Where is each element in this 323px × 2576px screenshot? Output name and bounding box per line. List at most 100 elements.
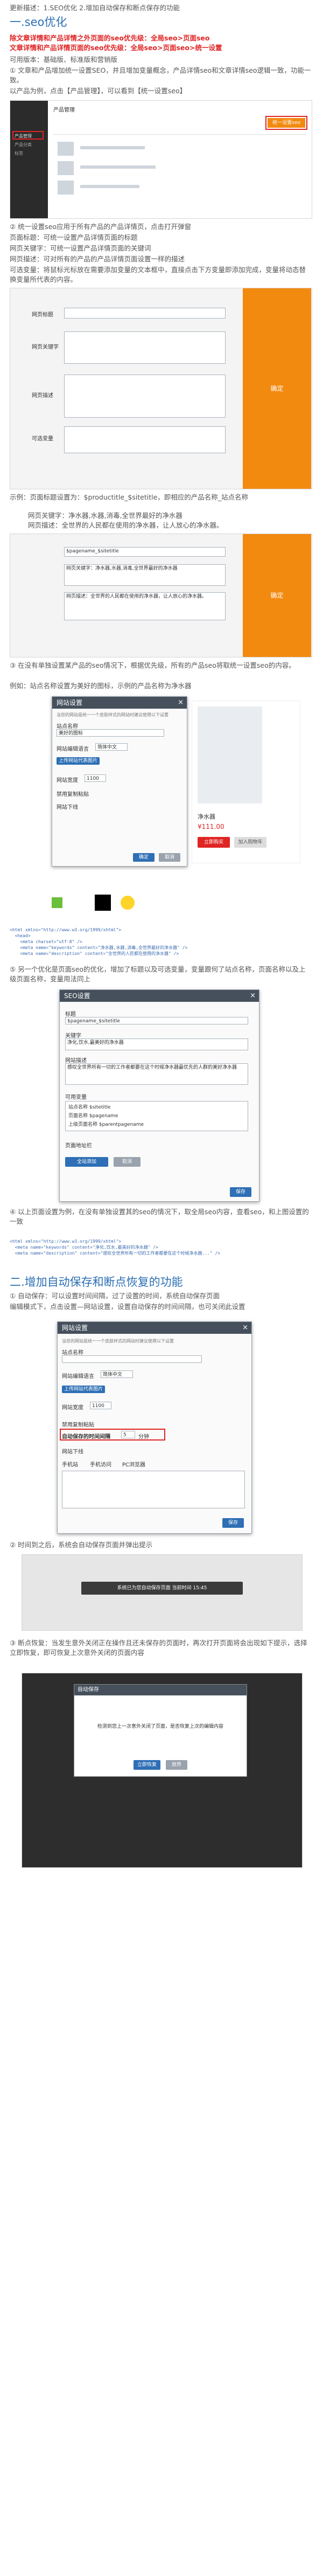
seo-var-item[interactable]: 站点名称 $sitetitle bbox=[68, 1103, 110, 1110]
product-card: 净水器 ¥111.00 立即购买 加入购物车 bbox=[192, 701, 300, 863]
description-desc: 网页描述：可对所有的产品的产品详情页面设置一样的描述 bbox=[10, 255, 185, 263]
mobile-option[interactable]: 手机访问 bbox=[90, 1460, 111, 1468]
title-input[interactable] bbox=[64, 308, 226, 318]
autosave-toast-screenshot: 系统已为您自动保存页面 当前时间 15:45 bbox=[22, 1554, 303, 1631]
cancel-button[interactable]: 取消 bbox=[159, 853, 180, 862]
keyword-input[interactable] bbox=[64, 331, 226, 364]
upload-image-button[interactable]: 上传网站代表图片 bbox=[57, 757, 100, 765]
discard-button[interactable]: 放弃 bbox=[166, 1760, 187, 1770]
point-5: ④ 以上页面设置为例，在没有单独设置其的seo的情况下，取全局seo内容，查看s… bbox=[10, 1208, 309, 1225]
dialog-tip: 当您的网站是统一一个皮肤样式的网站时建议使用以下设置 bbox=[62, 1339, 174, 1344]
autosave-heading: 二.增加自动保存和断点恢复的功能 bbox=[10, 1276, 183, 1289]
copy-label: 禁用复制粘贴 bbox=[62, 1422, 94, 1428]
autosave-settings-dialog: 网站设置 × 当您的网站是统一一个皮肤样式的网站时建议使用以下设置 站点名称 网站… bbox=[57, 1321, 252, 1534]
autosave-toast: 系统已为您自动保存页面 当前时间 15:45 bbox=[81, 1582, 243, 1595]
article-page: 更新描述：1.SEO优化 2.增加自动保存和断点保存的功能 一.seo优化 除文… bbox=[0, 0, 323, 2576]
confirm-button[interactable]: 确定 bbox=[133, 853, 155, 862]
width-input[interactable]: 1100 bbox=[90, 1402, 111, 1409]
row-text bbox=[80, 185, 139, 188]
close-icon[interactable]: × bbox=[178, 697, 184, 709]
seo-follow-label: 页面地址栏 bbox=[65, 1143, 92, 1149]
divider bbox=[53, 134, 306, 135]
product-image bbox=[198, 707, 262, 804]
highlight-box bbox=[12, 131, 44, 140]
product-name: 净水器 bbox=[198, 813, 215, 820]
width-label: 网站宽度 bbox=[62, 1405, 83, 1411]
width-input[interactable]: 1100 bbox=[85, 774, 106, 782]
version-note: 可用版本：基础版、标准版和营销版 bbox=[10, 56, 118, 64]
offline-label: 网站下线 bbox=[62, 1449, 83, 1455]
product-thumb bbox=[58, 181, 74, 195]
seo-var-item[interactable]: 页面名称 $pagename bbox=[68, 1112, 118, 1119]
seo-form-screenshot: 网页标题 网页关键字 网页描述 可选变量 确定 bbox=[10, 288, 312, 489]
apply-all-button[interactable]: 全站添加 bbox=[65, 1157, 108, 1167]
green-icon bbox=[52, 897, 62, 908]
title-input[interactable]: $pagename_$sitetitle bbox=[64, 547, 226, 557]
product-thumb bbox=[58, 142, 74, 156]
interval-highlight bbox=[60, 1429, 165, 1441]
keyword-input[interactable]: 网页关键字：净水器,水器,消毒,全世界最好的净水器 bbox=[64, 564, 226, 586]
notes-textarea[interactable] bbox=[62, 1471, 245, 1508]
restore-message: 检测到您上一次意外关闭了页面，是否恢复上次的编辑内容 bbox=[97, 1724, 223, 1729]
width-label: 网站宽度 bbox=[57, 778, 78, 784]
seo-form-filled-screenshot: $pagename_$sitetitle 网页关键字：净水器,水器,消毒,全世界… bbox=[10, 534, 312, 657]
product-thumb bbox=[58, 161, 74, 175]
buy-button[interactable]: 立即购买 bbox=[198, 837, 230, 848]
admin-screenshot: 产品管理 产品分类 标签 产品管理 统一设置seo bbox=[10, 100, 312, 219]
confirm-panel-button[interactable]: 确定 bbox=[243, 534, 311, 657]
seo-dialog-title: SEO设置 bbox=[64, 992, 90, 1000]
black-square-icon bbox=[95, 895, 111, 911]
point-3: ③ 在没有单独设置某产品的seo情况下，根据优先级，所有的产品seo将取统一设置… bbox=[10, 661, 296, 669]
cart-button[interactable]: 加入购物车 bbox=[234, 837, 266, 848]
example-keywords: 网页关键字：净水器,水器,消毒,全世界最好的净水器 bbox=[28, 511, 182, 520]
smiley-icon bbox=[121, 896, 135, 910]
product-price: ¥111.00 bbox=[198, 823, 224, 830]
button-highlight bbox=[265, 116, 307, 130]
point-4: ⑤ 另一个优化是页面seo的优化，增加了标题以及可选变量，变量跟何了站点名称，页… bbox=[10, 965, 306, 983]
mobile-label: 手机站 bbox=[62, 1462, 78, 1468]
admin-tab[interactable]: 产品管理 bbox=[53, 105, 75, 113]
lang-select[interactable]: 简体中文 bbox=[101, 1370, 133, 1378]
seo-title-label: 标题 bbox=[65, 1012, 76, 1017]
autosave-p1b: 编辑模式下，点击设置—网站设置，设置自动保存的时间间隔，也可关闭此设置 bbox=[10, 1303, 245, 1311]
description-input[interactable]: 网页描述：全世界的人民都在使用的净水器，让人放心的净水器。 bbox=[64, 592, 226, 620]
site-name-input[interactable]: 美好的图标 bbox=[57, 729, 164, 737]
seo-cancel-button[interactable]: 取消 bbox=[114, 1157, 141, 1167]
dialog-tip: 当您的网站是统一一个皮肤样式的网站时建议使用以下设置 bbox=[57, 712, 168, 717]
lang-label: 网站编辑语言 bbox=[62, 1374, 94, 1380]
seo-priority-line2: 文章详情和产品详情页面的seo优先级：全局seo>页面seo>统一设置 bbox=[10, 44, 222, 52]
copy-label: 禁用复制粘贴 bbox=[57, 792, 89, 798]
close-icon[interactable]: × bbox=[242, 1322, 248, 1334]
close-icon[interactable]: × bbox=[250, 990, 256, 1002]
seo-var-label: 可用变量 bbox=[65, 1095, 87, 1100]
seo-keyword-input[interactable]: 净化,饮水,最美好的净水器 bbox=[65, 1038, 248, 1050]
seo-priority-line1: 除文章详情和产品详情之外页面的seo优先级：全局seo>页面seo bbox=[10, 34, 210, 42]
sidebar-item-tags[interactable]: 标签 bbox=[15, 150, 23, 156]
lang-select[interactable]: 简体中文 bbox=[95, 743, 128, 751]
autosave-save-button[interactable]: 保存 bbox=[222, 1518, 244, 1528]
restore-now-button[interactable]: 立即恢复 bbox=[134, 1760, 160, 1770]
autosave-p3: ③ 断点恢复：当发生意外关闭正在操作且还未保存的页面时，再次打开页面将会出现如下… bbox=[10, 1639, 307, 1657]
sidebar-item-categories[interactable]: 产品分类 bbox=[15, 142, 32, 148]
description-input[interactable] bbox=[64, 375, 226, 418]
autosave-p2: ② 时间到之后，系统会自动保存页面并弹出提示 bbox=[10, 1541, 153, 1549]
form-label-keywords: 网页关键字 bbox=[32, 344, 59, 350]
restore-dialog: 自动保存 检测到您上一次意外关闭了页面，是否恢复上次的编辑内容 立即恢复 放弃 bbox=[74, 1684, 247, 1777]
confirm-panel-button[interactable]: 确定 bbox=[243, 288, 311, 489]
admin-sidebar: 产品管理 产品分类 标签 bbox=[10, 101, 48, 218]
pc-option[interactable]: PC浏览器 bbox=[122, 1460, 145, 1468]
html-code-snippet: <html xmlns="http://www.w3.org/1999/xhtm… bbox=[10, 927, 188, 956]
seo-desc-input[interactable]: 感叹全世界所有一切的工作者都要在这个时候净水器最优先的人群的美好净水器 bbox=[65, 1063, 248, 1085]
upload-image-button[interactable]: 上传网站代表图片 bbox=[62, 1386, 105, 1393]
seo-save-button[interactable]: 保存 bbox=[230, 1187, 251, 1197]
seo-var-item[interactable]: 上级页面名称 $parentpagename bbox=[68, 1120, 144, 1127]
form-label-description: 网页描述 bbox=[32, 393, 53, 399]
seo-title-input[interactable]: $pagename_$sitetitle bbox=[65, 1017, 248, 1024]
seo-desc-label: 网站描述 bbox=[65, 1058, 87, 1064]
seo-heading: 一.seo优化 bbox=[10, 16, 67, 29]
row-text bbox=[80, 146, 145, 149]
dialog-title: 网站设置 bbox=[57, 699, 83, 707]
site-name-input[interactable] bbox=[62, 1355, 202, 1363]
row-text bbox=[80, 165, 156, 169]
restore-screenshot: 自动保存 检测到您上一次意外关闭了页面，是否恢复上次的编辑内容 立即恢复 放弃 bbox=[22, 1673, 303, 1868]
